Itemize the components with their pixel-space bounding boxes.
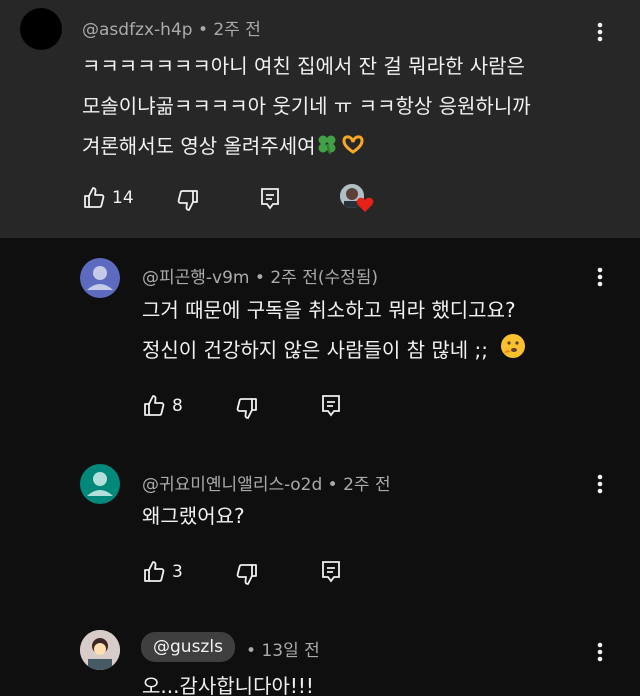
- comment-text: 왜그랬어요?: [142, 496, 245, 536]
- like-count: 3: [172, 562, 183, 582]
- thumb-down-icon: [176, 188, 200, 212]
- comment-line-with-emoji: 겨론해서도 영상 올려주세여: [82, 126, 531, 168]
- comment-line: ㅋㅋㅋㅋㅋㅋㅋ아니 여친 집에서 잔 걸 뭐라한 사람은: [82, 54, 525, 78]
- heart-hands-emoji: [341, 128, 365, 168]
- replies-thread: @피곤행-v9m • 2주 전(수정됨) 그거 때문에 구독을 취소하고 뭐라 …: [0, 238, 640, 696]
- commenter-avatar[interactable]: [80, 464, 120, 504]
- more-vert-icon[interactable]: [590, 263, 610, 291]
- more-vert-icon[interactable]: [590, 18, 610, 46]
- comment-line: 오...감사합니다아!!!: [142, 674, 314, 696]
- comment-line: 그거 때문에 구독을 취소하고 뭐라 했디고요?: [142, 298, 516, 322]
- commenter-avatar[interactable]: [80, 630, 120, 670]
- like-button[interactable]: 14: [82, 186, 134, 210]
- reply-button[interactable]: [319, 393, 343, 417]
- comment-meta: @피곤행-v9m • 2주 전(수정됨): [142, 263, 378, 288]
- meta-separator: •: [197, 20, 208, 40]
- thumb-down-icon: [235, 562, 259, 586]
- reply-icon: [319, 393, 343, 417]
- commenter-avatar[interactable]: [20, 8, 62, 50]
- comment-line: 모솔이냐곪ㅋㅋㅋㅋ아 웃기네 ㅠ ㅋㅋ항상 응원하니까: [82, 94, 531, 118]
- comment-line: 왜그랬어요?: [142, 504, 245, 528]
- thumb-down-icon: [235, 396, 259, 420]
- like-button[interactable]: 3: [142, 560, 183, 584]
- comment-line-with-emoji: 정신이 건강하지 않은 사람들이 참 많네 ;;: [142, 330, 526, 372]
- comment-text: 그거 때문에 구독을 취소하고 뭐라 했디고요? 정신이 건강하지 않은 사람들…: [142, 290, 526, 372]
- author-name[interactable]: @귀요미옌니앨리스-o2d: [142, 475, 322, 495]
- more-vert-icon[interactable]: [590, 470, 610, 498]
- comment-time: 2주 전: [343, 475, 391, 495]
- dislike-button[interactable]: [235, 562, 259, 586]
- four-leaf-clover-emoji: [316, 128, 338, 168]
- reply-icon: [319, 559, 343, 583]
- comment-meta: • 13일 전: [246, 636, 320, 661]
- comment-time: 2주 전(수정됨): [270, 268, 379, 288]
- mention-chip[interactable]: @guszls: [141, 632, 235, 662]
- author-name[interactable]: @asdfzx-h4p: [82, 20, 193, 40]
- comment-meta: @asdfzx-h4p • 2주 전: [82, 15, 261, 40]
- thinking-face-emoji: [500, 332, 526, 372]
- reply-button[interactable]: [319, 559, 343, 583]
- thumb-up-icon: [142, 394, 166, 418]
- like-count: 14: [112, 188, 134, 208]
- commenter-avatar[interactable]: [80, 258, 120, 298]
- meta-separator: •: [254, 268, 265, 288]
- comment-time: 2주 전: [213, 20, 261, 40]
- reply-button[interactable]: [258, 186, 282, 210]
- thumb-up-icon: [82, 186, 106, 210]
- reply-icon: [258, 186, 282, 210]
- like-button[interactable]: 8: [142, 394, 183, 418]
- meta-separator: •: [327, 475, 338, 495]
- comment-meta: @귀요미옌니앨리스-o2d • 2주 전: [142, 470, 391, 495]
- comment-text: ㅋㅋㅋㅋㅋㅋㅋ아니 여친 집에서 잔 걸 뭐라한 사람은 모솔이냐곪ㅋㅋㅋㅋ아 …: [82, 46, 531, 168]
- comment-time: 13일 전: [261, 641, 320, 661]
- author-name[interactable]: @피곤행-v9m: [142, 268, 250, 288]
- meta-separator: •: [246, 641, 257, 661]
- like-count: 8: [172, 396, 183, 416]
- thumb-up-icon: [142, 560, 166, 584]
- creator-heart-icon: [356, 197, 374, 213]
- comment-text: 오...감사합니다아!!!: [142, 666, 314, 696]
- dislike-button[interactable]: [235, 396, 259, 420]
- more-vert-icon[interactable]: [590, 638, 610, 666]
- dislike-button[interactable]: [176, 188, 200, 212]
- top-level-comment: @asdfzx-h4p • 2주 전 ㅋㅋㅋㅋㅋㅋㅋ아니 여친 집에서 잔 걸 …: [0, 0, 640, 238]
